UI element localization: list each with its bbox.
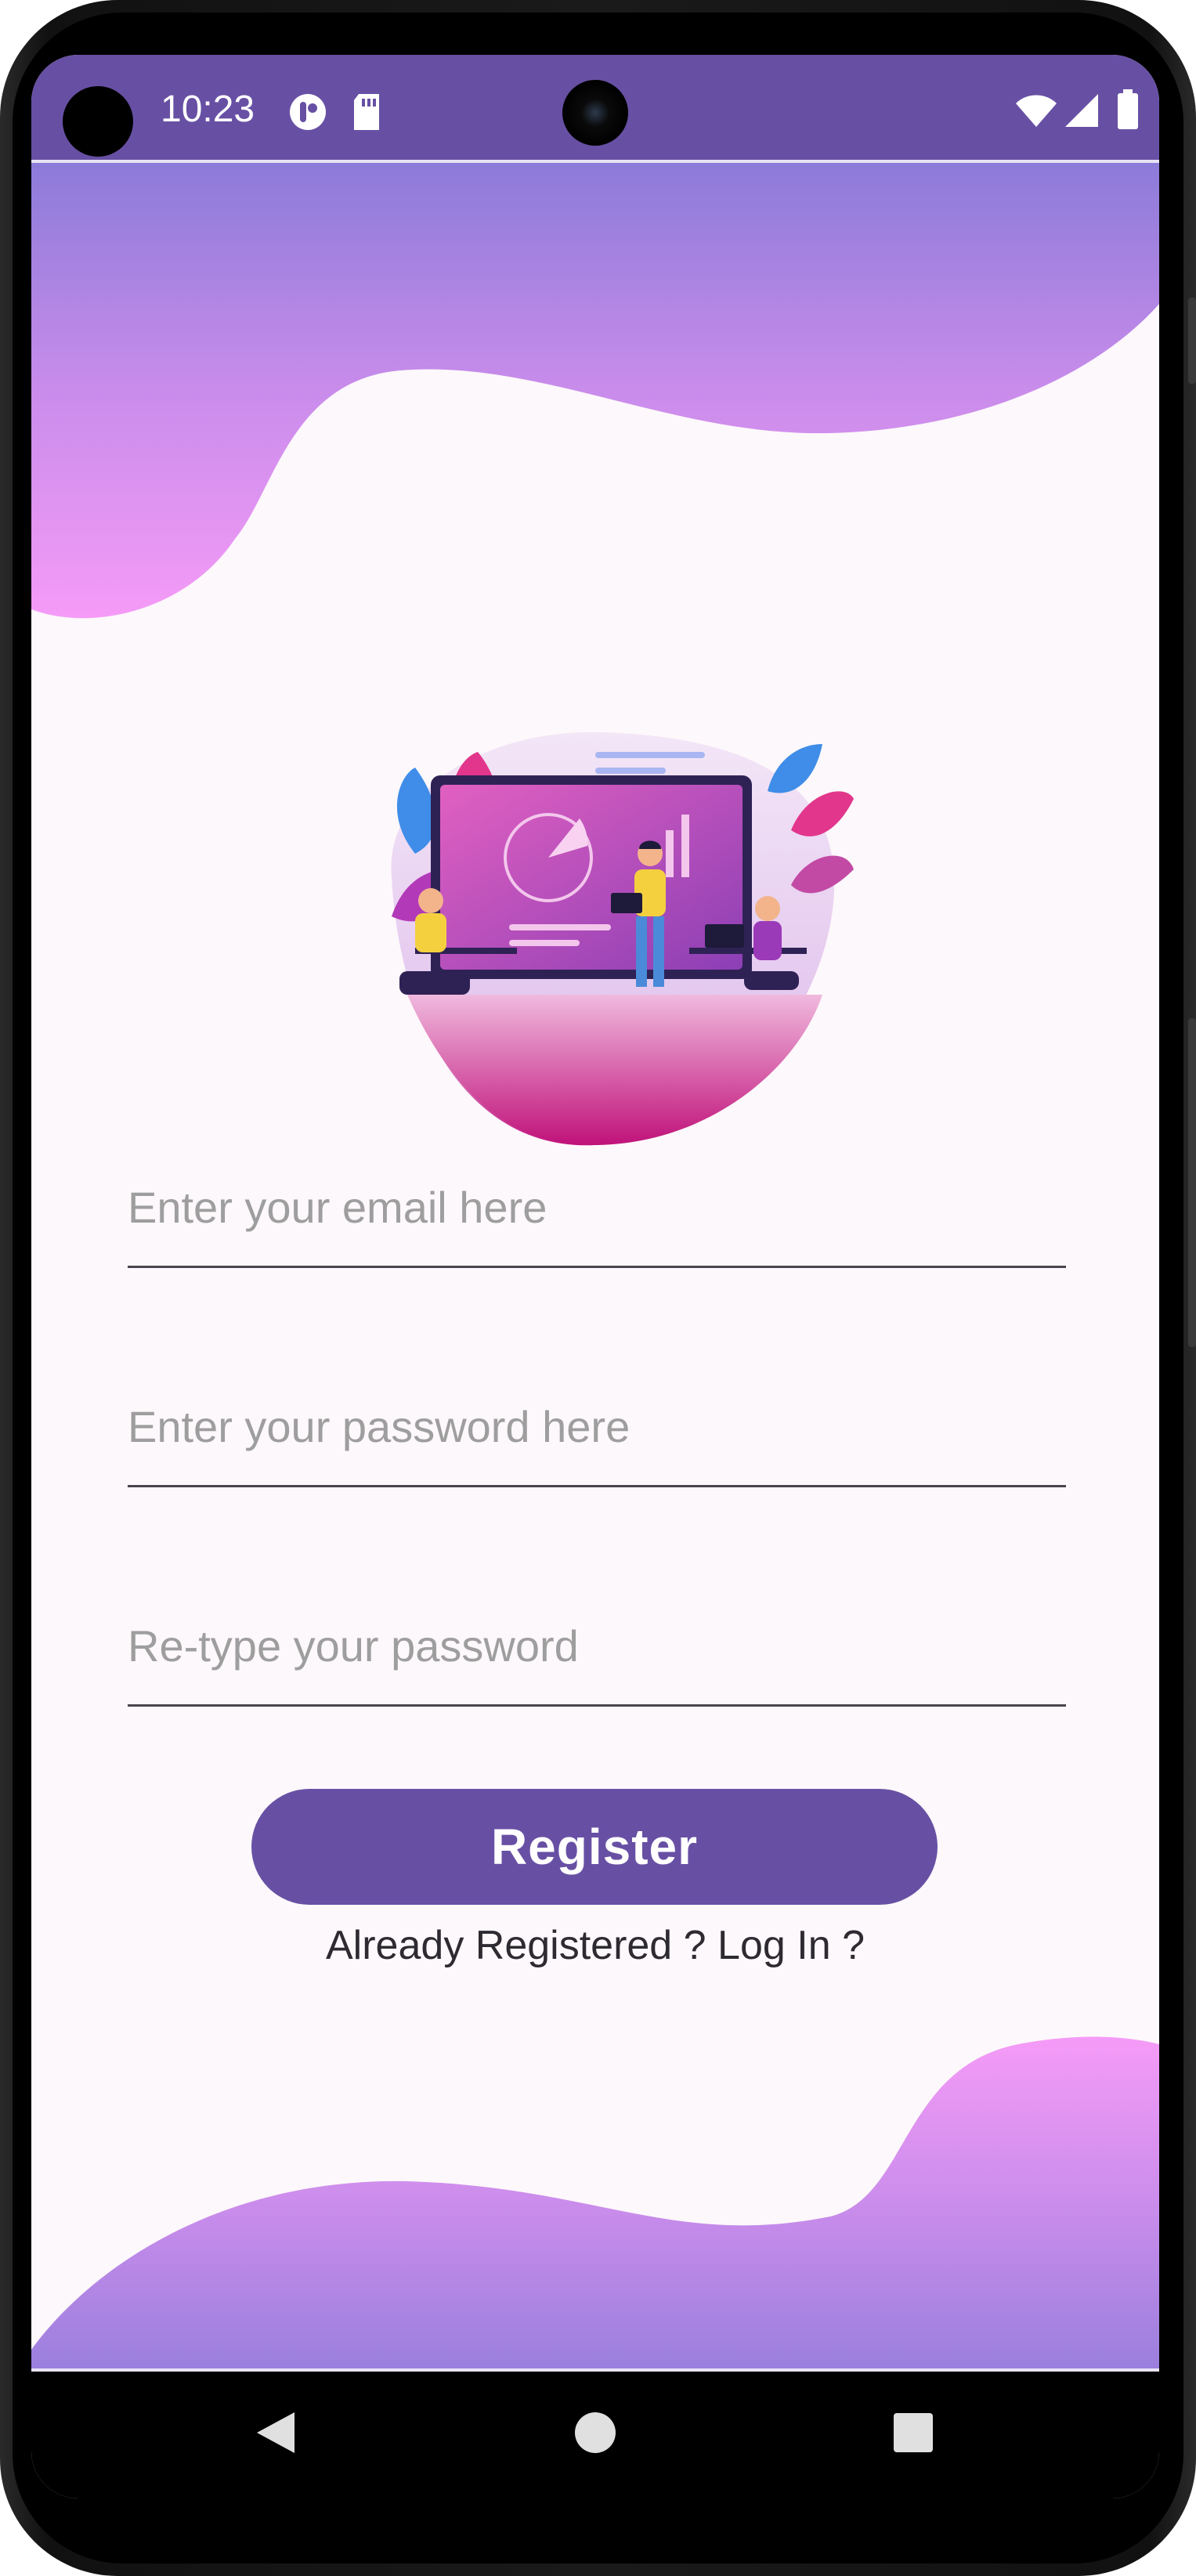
battery-icon <box>1116 89 1140 134</box>
phone-device: 10:23 Enter your email here Register Alr… <box>0 0 1196 2576</box>
password-field[interactable] <box>128 1399 1066 1487</box>
retype-password-input[interactable] <box>128 1620 1066 1671</box>
status-time: 10:23 <box>161 89 255 130</box>
accessibility-icon <box>288 92 327 135</box>
register-button[interactable]: Register <box>251 1789 938 1905</box>
login-link[interactable]: Already Registered ? Log In ? <box>31 1922 1159 1969</box>
email-field[interactable] <box>128 1180 1066 1268</box>
retype-password-field[interactable] <box>128 1618 1066 1707</box>
password-input[interactable] <box>128 1401 1066 1452</box>
home-icon[interactable] <box>564 2401 627 2464</box>
volume-button <box>1188 1018 1196 1347</box>
front-camera <box>562 80 628 146</box>
wifi-icon <box>1014 92 1058 132</box>
status-bar: 10:23 <box>31 55 1159 163</box>
top-wave-decoration <box>31 163 1159 619</box>
back-icon[interactable] <box>244 2401 307 2464</box>
app-screen: 10:23 Enter your email here Register Alr… <box>31 55 1159 2498</box>
team-presentation-illustration <box>391 732 854 1146</box>
navigation-bar <box>31 2368 1159 2498</box>
recents-icon[interactable] <box>882 2401 945 2464</box>
camera-cutout <box>63 86 133 157</box>
sd-card-icon <box>351 92 382 135</box>
signal-icon <box>1064 92 1100 132</box>
email-input[interactable] <box>128 1182 1066 1233</box>
power-button <box>1188 298 1196 384</box>
